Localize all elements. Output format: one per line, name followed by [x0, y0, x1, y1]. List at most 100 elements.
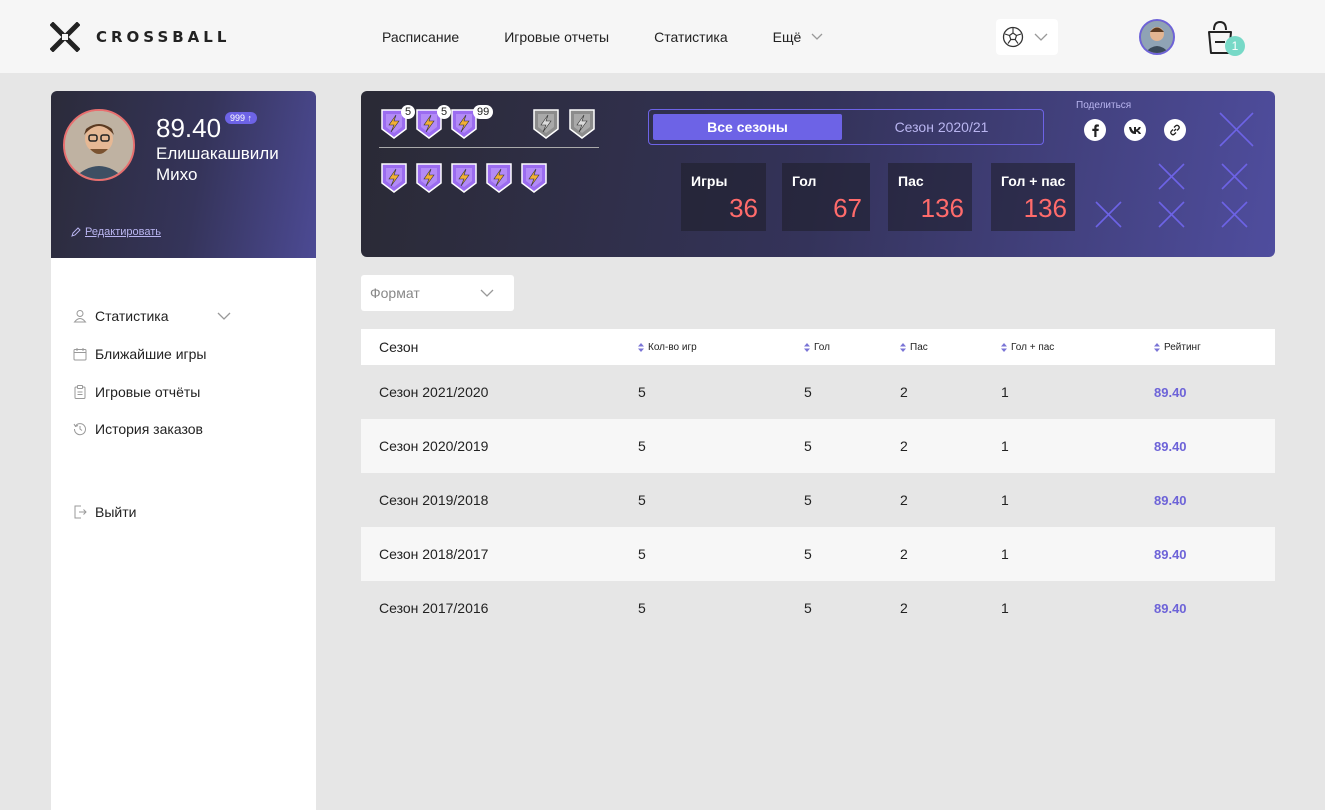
table-row[interactable]: Сезон 2021/2020 5 5 2 1 89.40	[361, 365, 1275, 419]
decorative-cross-icon	[1221, 163, 1248, 190]
cell-season: Сезон 2020/2019	[379, 438, 489, 454]
decorative-cross-icon	[1095, 201, 1122, 228]
table-row[interactable]: Сезон 2018/2017 5 5 2 1 89.40	[361, 527, 1275, 581]
lightning-badge-icon[interactable]	[484, 161, 514, 194]
stat-label: Гол	[792, 173, 817, 189]
column-header-assists[interactable]: Пас	[900, 329, 928, 365]
crossball-logo-icon	[50, 22, 80, 52]
column-header-label: Рейтинг	[1164, 341, 1201, 353]
format-placeholder: Формат	[370, 285, 420, 301]
badge-count: 5	[401, 105, 416, 119]
stat-label: Пас	[898, 173, 924, 189]
season-all-tab[interactable]: Все сезоны	[653, 114, 842, 140]
person-avatar-icon	[1141, 21, 1173, 53]
cell-goals-assists: 1	[1001, 384, 1009, 400]
lightning-badge-locked-icon[interactable]	[567, 107, 597, 140]
cell-games-count: 5	[638, 546, 646, 562]
sort-icon	[1001, 342, 1007, 352]
user-icon	[73, 310, 87, 323]
player-stats-panel: 5 5 99 Все сезоны Сезон 2020/21 Поделиться…	[361, 91, 1275, 257]
chevron-down-icon	[811, 33, 823, 40]
column-header-games-count[interactable]: Кол-во игр	[638, 329, 697, 365]
nav-statistics[interactable]: Статистика	[654, 29, 728, 45]
nav-game-reports[interactable]: Игровые отчеты	[504, 29, 609, 45]
facebook-share-button[interactable]	[1084, 119, 1106, 141]
lightning-badge-icon[interactable]	[379, 161, 409, 194]
sidebar-item-statistics[interactable]: Статистика	[73, 308, 239, 324]
season-2020-21-tab[interactable]: Сезон 2020/21	[842, 114, 1041, 140]
cell-assists: 2	[900, 600, 908, 616]
clipboard-icon	[74, 385, 86, 399]
cell-goals: 5	[804, 600, 812, 616]
sidebar-item-order-history[interactable]: История заказов	[73, 421, 203, 437]
cart-count-badge: 1	[1225, 36, 1245, 56]
column-header-season: Сезон	[379, 329, 418, 365]
sidebar-item-upcoming-games[interactable]: Ближайшие игры	[73, 346, 207, 362]
facebook-icon	[1092, 124, 1099, 137]
chevron-down-icon	[1034, 33, 1048, 41]
cell-goals-assists: 1	[1001, 546, 1009, 562]
nav-schedule[interactable]: Расписание	[382, 29, 459, 45]
nav-more[interactable]: Ещё	[773, 29, 824, 45]
stat-value: 67	[833, 193, 862, 223]
sort-icon	[1154, 342, 1160, 352]
stat-assists: Пас 136	[888, 163, 972, 231]
cell-season: Сезон 2018/2017	[379, 546, 489, 562]
brand-logo[interactable]: CROSSBALL	[50, 22, 230, 52]
sidebar-item-label: История заказов	[95, 421, 203, 437]
season-toggle: Все сезоны Сезон 2020/21	[648, 109, 1044, 145]
cell-games-count: 5	[638, 438, 646, 454]
copy-link-button[interactable]	[1164, 119, 1186, 141]
column-header-label: Сезон	[379, 339, 419, 355]
table-header: Сезон Кол-во игр Гол Пас Гол + пас Рейтинг	[361, 329, 1275, 365]
table-row[interactable]: Сезон 2019/2018 5 5 2 1 89.40	[361, 473, 1275, 527]
cell-goals: 5	[804, 384, 812, 400]
cell-goals-assists: 1	[1001, 438, 1009, 454]
cell-games-count: 5	[638, 600, 646, 616]
cell-rating: 89.40	[1154, 438, 1187, 454]
link-icon	[1170, 124, 1180, 136]
sidebar: Статистика Ближайшие игры Игровые отчёты…	[51, 258, 316, 810]
table-row[interactable]: Сезон 2017/2016 5 5 2 1 89.40	[361, 581, 1275, 635]
logout-icon	[74, 505, 87, 519]
cell-assists: 2	[900, 492, 908, 508]
cell-rating: 89.40	[1154, 546, 1187, 562]
lightning-badge-locked-icon[interactable]	[531, 107, 561, 140]
sidebar-item-label: Игровые отчёты	[95, 384, 201, 400]
sidebar-logout[interactable]: Выйти	[73, 504, 136, 520]
profile-name: Елишакашвили Михо	[156, 144, 279, 184]
cell-games-count: 5	[638, 384, 646, 400]
lightning-badge-icon[interactable]	[449, 161, 479, 194]
sidebar-item-label: Статистика	[95, 308, 169, 324]
sort-icon	[638, 342, 644, 352]
cell-rating: 89.40	[1154, 492, 1187, 508]
cell-rating: 89.40	[1154, 384, 1187, 400]
table-body: Сезон 2021/2020 5 5 2 1 89.40 Сезон 2020/2019 5…	[361, 365, 1275, 635]
column-header-label: Гол	[814, 341, 830, 353]
stat-games: Игры 36	[681, 163, 766, 231]
vk-share-button[interactable]	[1124, 119, 1146, 141]
stat-label: Гол + пас	[1001, 173, 1066, 189]
stat-value: 136	[1023, 193, 1067, 223]
table-row[interactable]: Сезон 2020/2019 5 5 2 1 89.40	[361, 419, 1275, 473]
sport-select[interactable]	[996, 19, 1058, 55]
cell-season: Сезон 2019/2018	[379, 492, 489, 508]
column-header-rating[interactable]: Рейтинг	[1154, 329, 1201, 365]
profile-card: 89.40 999 ↑ Елишакашвили Михо Редактиров…	[51, 91, 316, 258]
edit-profile-link[interactable]: Редактировать	[71, 226, 161, 238]
brand-name: CROSSBALL	[96, 28, 231, 46]
header-avatar[interactable]	[1139, 19, 1175, 55]
badge-count: 5	[437, 105, 452, 119]
share-label: Поделиться	[1076, 100, 1132, 111]
profile-rating: 89.40	[156, 113, 222, 143]
column-header-goals[interactable]: Гол	[804, 329, 830, 365]
sort-icon	[804, 342, 810, 352]
lightning-badge-icon[interactable]	[519, 161, 549, 194]
sidebar-item-game-reports[interactable]: Игровые отчёты	[73, 384, 200, 400]
column-header-goals-assists[interactable]: Гол + пас	[1001, 329, 1054, 365]
edit-profile-label: Редактировать	[85, 226, 161, 238]
lightning-badge-icon[interactable]	[414, 161, 444, 194]
pencil-icon	[71, 227, 81, 237]
format-select[interactable]: Формат	[361, 275, 514, 311]
cell-goals: 5	[804, 438, 812, 454]
